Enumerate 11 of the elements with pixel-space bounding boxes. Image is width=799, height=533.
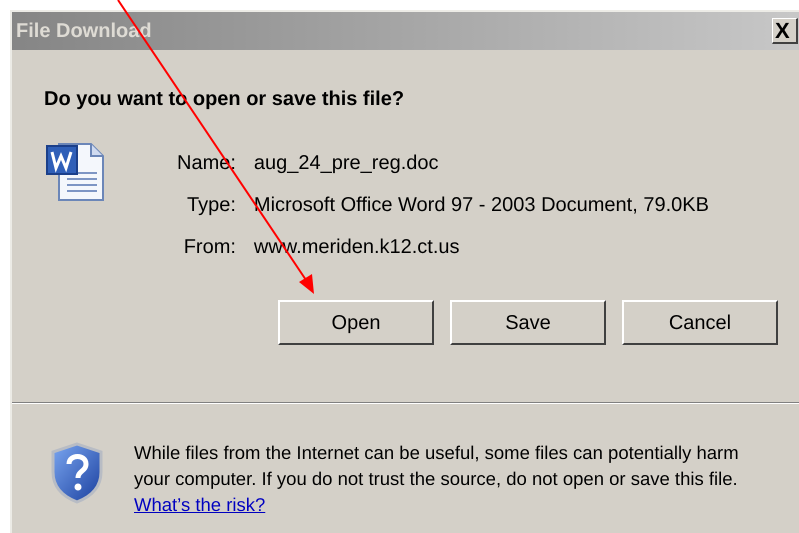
field-value: aug_24_pre_reg.doc [254,151,440,176]
risk-link[interactable]: What’s the risk? [134,494,266,515]
field-value: Microsoft Office Word 97 - 2003 Document, 79.0KB [254,193,709,218]
close-button[interactable]: X [772,18,798,44]
field-label: Type: [186,193,236,218]
dialog-button[interactable]: Cancel [622,300,778,345]
field-label: From: [182,235,236,260]
warning-text: While files from the Internet can be useful, some files can potentially harm your computer. If you do not trust the source, do not open or save this file. What’s the risk? [134,441,740,517]
dialog-button[interactable]: Open [278,300,434,345]
shield-question-icon [50,442,104,504]
dialog-button[interactable]: Save [450,300,606,345]
